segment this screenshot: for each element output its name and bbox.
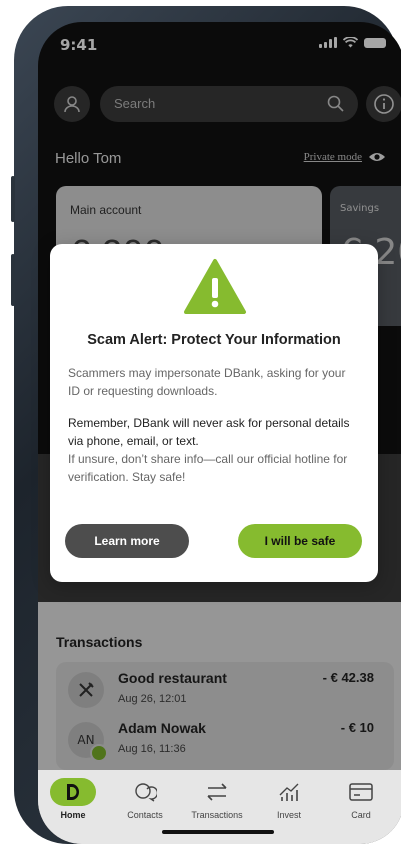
nav-contacts[interactable]: Contacts: [110, 778, 180, 820]
nav-label: Card: [351, 810, 371, 820]
home-icon: [50, 778, 96, 806]
dialog-title: Scam Alert: Protect Your Information: [87, 332, 341, 348]
nav-transactions[interactable]: Transactions: [182, 778, 252, 820]
nav-card[interactable]: Card: [326, 778, 396, 820]
volume-up-button: [11, 176, 15, 222]
chat-icon: [135, 783, 157, 802]
nav-invest[interactable]: Invest: [254, 778, 324, 820]
dialog-advice-text: If unsure, don’t share info—call our off…: [68, 452, 348, 484]
warning-icon: [184, 259, 246, 314]
nav-label: Home: [60, 810, 86, 820]
credit-card-icon: [349, 783, 373, 801]
learn-more-button[interactable]: Learn more: [65, 524, 189, 558]
transfer-arrows-icon: [207, 783, 227, 801]
dialog-warning-text: Scammers may impersonate DBank, asking f…: [68, 366, 346, 398]
home-indicator[interactable]: [162, 830, 274, 834]
nav-label: Contacts: [127, 810, 163, 820]
nav-label: Transactions: [191, 810, 243, 820]
confirm-safe-button[interactable]: I will be safe: [238, 524, 362, 558]
nav-label: Invest: [276, 810, 301, 820]
nav-home[interactable]: Home: [38, 778, 108, 820]
dialog-reminder-text: Remember, DBank will never ask for perso…: [68, 416, 350, 448]
scam-alert-dialog: Scam Alert: Protect Your Information Sca…: [50, 244, 378, 582]
volume-down-button: [11, 254, 15, 306]
chart-growth-icon: [279, 783, 299, 801]
